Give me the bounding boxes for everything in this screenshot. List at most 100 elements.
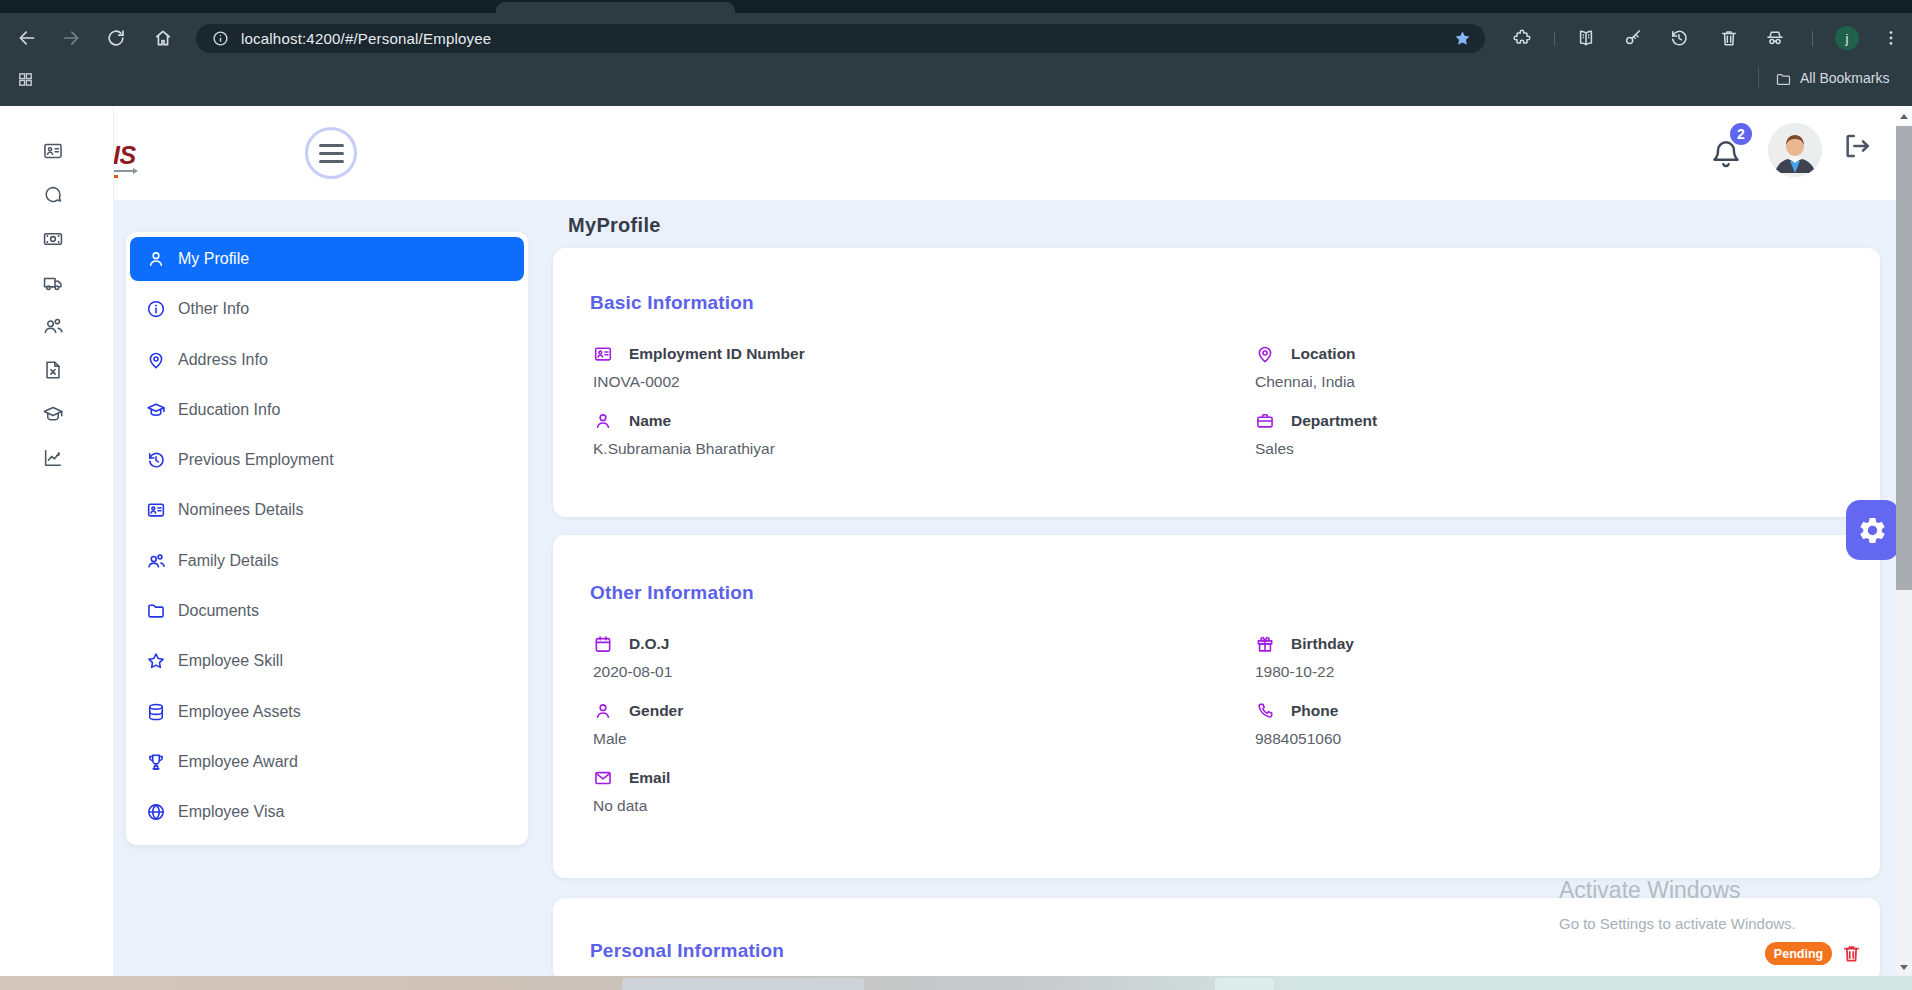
menu-item-label: Documents xyxy=(178,602,259,620)
field-phone: Phone 9884051060 xyxy=(1255,697,1815,753)
section-title: Basic Information xyxy=(590,292,754,314)
rail-payroll-icon[interactable] xyxy=(42,228,64,250)
menu-item-education-info[interactable]: Education Info xyxy=(130,388,524,432)
field-label: Employment ID Number xyxy=(629,345,805,363)
field-value: K.Subramania Bharathiyar xyxy=(593,435,1153,463)
rail-truck-icon[interactable] xyxy=(42,272,64,294)
field-value: 9884051060 xyxy=(1255,725,1815,753)
field-label: Name xyxy=(629,412,671,430)
logout-icon[interactable] xyxy=(1841,129,1873,163)
field-department: Department Sales xyxy=(1255,407,1815,463)
url-text[interactable]: localhost:4200/#/Personal/Employee xyxy=(241,30,491,47)
browser-menu-icon[interactable] xyxy=(1878,25,1904,51)
basic-information-card: Basic Information Employment ID Number I… xyxy=(553,248,1880,517)
browser-toolbar: localhost:4200/#/Personal/Employee j All… xyxy=(0,13,1912,106)
menu-toggle-button[interactable] xyxy=(305,127,357,179)
menu-item-employee-assets[interactable]: Employee Assets xyxy=(130,690,524,734)
toolbar-separator xyxy=(1812,31,1813,46)
rail-id-badge-icon[interactable] xyxy=(42,140,64,162)
icon-rail xyxy=(0,106,114,976)
status-badge: Pending xyxy=(1765,942,1832,965)
menu-item-employee-visa[interactable]: Employee Visa xyxy=(130,790,524,834)
person-icon xyxy=(593,701,613,721)
menu-item-label: Employee Visa xyxy=(178,803,284,821)
taskbar-sliver xyxy=(0,976,1912,990)
menu-item-documents[interactable]: Documents xyxy=(130,589,524,633)
field-birthday: Birthday 1980-10-22 xyxy=(1255,630,1815,686)
field-label: Department xyxy=(1291,412,1377,430)
app-logo[interactable]: IS xyxy=(113,141,136,170)
rail-people-icon[interactable] xyxy=(42,315,64,337)
menu-item-label: Employee Assets xyxy=(178,703,301,721)
taskbar-item xyxy=(622,978,864,990)
incognito-icon[interactable] xyxy=(1762,25,1788,51)
reading-list-icon[interactable] xyxy=(1573,25,1599,51)
browser-tab-strip xyxy=(0,0,1912,13)
menu-item-other-info[interactable]: Other Info xyxy=(130,287,524,331)
menu-item-employee-award[interactable]: Employee Award xyxy=(130,740,524,784)
envelope-icon xyxy=(593,768,613,788)
back-button[interactable] xyxy=(14,25,40,51)
menu-item-label: Previous Employment xyxy=(178,451,334,469)
bookmarks-separator xyxy=(1758,67,1759,89)
app-viewport: IS 2 xyxy=(0,106,1912,976)
field-label: Phone xyxy=(1291,702,1338,720)
menu-item-label: Employee Award xyxy=(178,753,298,771)
field-email: Email No data xyxy=(593,764,1153,820)
rail-chat-icon[interactable] xyxy=(42,184,64,206)
scrollbar-down-arrow[interactable] xyxy=(1896,958,1912,976)
field-employment-id: Employment ID Number INOVA-0002 xyxy=(593,340,1153,396)
passwords-key-icon[interactable] xyxy=(1620,25,1646,51)
delete-browsing-icon[interactable] xyxy=(1716,25,1742,51)
rail-excel-file-icon[interactable] xyxy=(42,359,64,381)
field-value: 2020-08-01 xyxy=(593,658,1153,686)
activate-windows-watermark: Activate Windows Go to Settings to activ… xyxy=(1559,877,1796,932)
page-scrollbar[interactable] xyxy=(1896,106,1912,976)
settings-gear-button[interactable] xyxy=(1846,500,1899,560)
rail-chart-icon[interactable] xyxy=(42,447,64,469)
site-info-icon[interactable] xyxy=(212,30,229,47)
menu-item-address-info[interactable]: Address Info xyxy=(130,338,524,382)
section-title: Personal Information xyxy=(590,940,784,962)
menu-item-nominees-details[interactable]: Nominees Details xyxy=(130,488,524,532)
briefcase-icon xyxy=(1255,411,1275,431)
profile-menu: My Profile Other Info Address Info Educa… xyxy=(126,232,528,845)
scrollbar-up-arrow[interactable] xyxy=(1896,106,1912,126)
menu-item-label: Address Info xyxy=(178,351,268,369)
menu-item-label: Family Details xyxy=(178,552,278,570)
field-gender: Gender Male xyxy=(593,697,1153,753)
calendar-icon xyxy=(593,634,613,654)
logo-underline-arrow xyxy=(114,170,134,172)
url-bar[interactable]: localhost:4200/#/Personal/Employee xyxy=(196,24,1485,53)
field-label: Birthday xyxy=(1291,635,1354,653)
field-value: 1980-10-22 xyxy=(1255,658,1815,686)
user-avatar[interactable] xyxy=(1768,123,1822,177)
menu-item-employee-skill[interactable]: Employee Skill xyxy=(130,639,524,683)
all-bookmarks-label[interactable]: All Bookmarks xyxy=(1800,70,1889,86)
scrollbar-thumb[interactable] xyxy=(1896,126,1912,590)
menu-item-label: Nominees Details xyxy=(178,501,303,519)
gift-icon xyxy=(1255,634,1275,654)
watermark-line1: Activate Windows xyxy=(1559,877,1796,904)
menu-item-label: Other Info xyxy=(178,300,249,318)
history-icon[interactable] xyxy=(1666,25,1692,51)
browser-profile-avatar[interactable]: j xyxy=(1835,26,1859,50)
menu-item-previous-employment[interactable]: Previous Employment xyxy=(130,438,524,482)
bookmark-star-icon[interactable] xyxy=(1453,29,1472,48)
extensions-icon[interactable] xyxy=(1509,25,1535,51)
field-label: Gender xyxy=(629,702,683,720)
delete-icon[interactable] xyxy=(1841,942,1862,965)
browser-active-tab[interactable] xyxy=(496,2,735,13)
apps-grid-icon[interactable] xyxy=(14,68,36,90)
menu-item-my-profile[interactable]: My Profile xyxy=(130,237,524,281)
reload-button[interactable] xyxy=(103,25,129,51)
section-title: Other Information xyxy=(590,582,754,604)
forward-button[interactable] xyxy=(58,25,84,51)
home-button[interactable] xyxy=(150,25,176,51)
page-title: MyProfile xyxy=(568,214,661,237)
field-location: Location Chennai, India xyxy=(1255,340,1815,396)
rail-education-icon[interactable] xyxy=(42,403,64,425)
menu-item-family-details[interactable]: Family Details xyxy=(130,539,524,583)
field-label: Location xyxy=(1291,345,1356,363)
taskbar-item xyxy=(1215,978,1274,990)
